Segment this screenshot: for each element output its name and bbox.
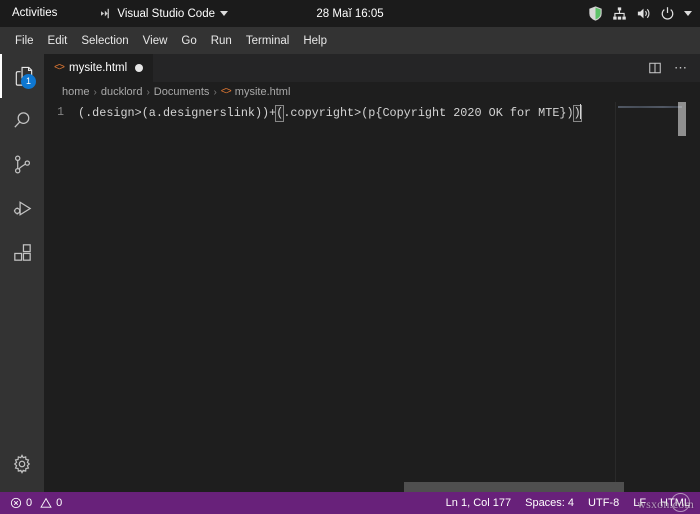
- status-bar-left: 0 0: [0, 497, 62, 509]
- code-line-content[interactable]: (.design>(a.designerslink))+(.copyright>…: [78, 104, 582, 122]
- tab-label: mysite.html: [69, 62, 128, 74]
- breadcrumb-item-mysite-html[interactable]: mysite.html: [235, 86, 291, 98]
- gear-icon: [11, 453, 33, 475]
- more-actions-icon[interactable]: ⋯: [674, 61, 688, 74]
- search-icon: [11, 109, 34, 132]
- error-icon: [10, 497, 22, 509]
- split-editor-icon[interactable]: [648, 61, 662, 75]
- tray-chevron-down-icon[interactable]: [684, 11, 692, 16]
- minimap[interactable]: [615, 102, 686, 492]
- vertical-scrollbar[interactable]: [686, 102, 700, 492]
- breadcrumb-item-home[interactable]: home: [62, 86, 90, 98]
- code-line-row: 1 (.design>(a.designerslink))+(.copyrigh…: [44, 102, 700, 123]
- status-language-mode[interactable]: HTML: [660, 497, 690, 509]
- power-icon[interactable]: [660, 6, 675, 21]
- menu-item-file[interactable]: File: [8, 32, 41, 50]
- breadcrumb: home › ducklord › Documents › <> mysite.…: [44, 82, 700, 102]
- code-middle: .copyright>(p{Copyright 2020 OK for MTE}…: [283, 106, 574, 120]
- tab-mysite-html[interactable]: <> mysite.html: [44, 54, 155, 82]
- breadcrumb-item-documents[interactable]: Documents: [154, 86, 210, 98]
- activitybar-item-run-and-debug[interactable]: [0, 186, 44, 230]
- activitybar-item-manage[interactable]: [0, 442, 44, 486]
- menu-item-terminal[interactable]: Terminal: [239, 32, 296, 50]
- status-cursor-position[interactable]: Ln 1, Col 177: [446, 497, 511, 509]
- menu-item-selection[interactable]: Selection: [74, 32, 135, 50]
- code-editor[interactable]: 1 (.design>(a.designerslink))+(.copyrigh…: [44, 102, 700, 492]
- status-indentation[interactable]: Spaces: 4: [525, 497, 574, 509]
- network-icon[interactable]: [612, 6, 627, 21]
- menu-item-help[interactable]: Help: [296, 32, 334, 50]
- minimap-code-line: [618, 106, 682, 108]
- explorer-badge: 1: [21, 74, 36, 89]
- horizontal-scrollbar[interactable]: [404, 482, 624, 492]
- menu-item-edit[interactable]: Edit: [41, 32, 75, 50]
- activitybar-item-extensions[interactable]: [0, 230, 44, 274]
- desktop-screen: Activities Visual Studio Code 28 Маĭ 16:…: [0, 0, 700, 514]
- editor-actions: ⋯: [648, 54, 700, 82]
- code-prefix: (.design>(a.designerslink))+: [78, 106, 277, 120]
- extensions-icon: [11, 241, 34, 264]
- text-cursor: [579, 104, 581, 119]
- chevron-down-icon: [219, 11, 228, 16]
- menu-item-view[interactable]: View: [136, 32, 175, 50]
- vscode-menu-bar: File Edit Selection View Go Run Terminal…: [0, 27, 700, 54]
- breadcrumb-html-file-icon: <>: [220, 86, 232, 98]
- breadcrumb-separator: ›: [213, 86, 217, 98]
- app-menu-label: Visual Studio Code: [117, 7, 215, 20]
- warning-count: 0: [56, 497, 63, 509]
- status-bar-right: Ln 1, Col 177 Spaces: 4 UTF-8 LF HTML: [446, 497, 700, 509]
- breadcrumb-item-ducklord[interactable]: ducklord: [101, 86, 143, 98]
- vscode-icon: [99, 7, 112, 20]
- unsaved-dot-icon[interactable]: [135, 64, 144, 72]
- activitybar-item-search[interactable]: [0, 98, 44, 142]
- app-menu[interactable]: Visual Studio Code: [99, 7, 228, 20]
- activity-bar: 1: [0, 54, 44, 492]
- activities-button[interactable]: Activities: [0, 0, 67, 27]
- activitybar-item-explorer[interactable]: 1: [0, 54, 44, 98]
- activitybar-item-source-control[interactable]: [0, 142, 44, 186]
- menu-item-go[interactable]: Go: [174, 32, 203, 50]
- volume-icon[interactable]: [636, 6, 651, 21]
- line-number: 1: [57, 106, 64, 119]
- warning-icon: [40, 497, 52, 509]
- html-file-icon: <>: [54, 62, 65, 74]
- editor-group: <> mysite.html ⋯ home › ducklord › Docum…: [44, 54, 700, 492]
- gnome-top-bar: Activities Visual Studio Code 28 Маĭ 16:…: [0, 0, 700, 27]
- shield-icon[interactable]: [588, 6, 603, 21]
- menu-item-run[interactable]: Run: [204, 32, 239, 50]
- tab-bar: <> mysite.html ⋯: [44, 54, 700, 82]
- clock-label[interactable]: 28 Маĭ 16:05: [316, 8, 383, 20]
- status-problems[interactable]: 0 0: [10, 497, 62, 509]
- error-count: 0: [26, 497, 33, 509]
- breadcrumb-separator: ›: [93, 86, 97, 98]
- breadcrumb-separator: ›: [146, 86, 150, 98]
- system-tray: [588, 6, 692, 21]
- status-encoding[interactable]: UTF-8: [588, 497, 619, 509]
- run-and-debug-icon: [11, 197, 34, 220]
- minimap-slider[interactable]: [678, 102, 686, 136]
- status-eol[interactable]: LF: [633, 497, 646, 509]
- status-bar: 0 0 Ln 1, Col 177 Spaces: 4 UTF-8 LF HTM…: [0, 492, 700, 514]
- source-control-icon: [11, 153, 34, 176]
